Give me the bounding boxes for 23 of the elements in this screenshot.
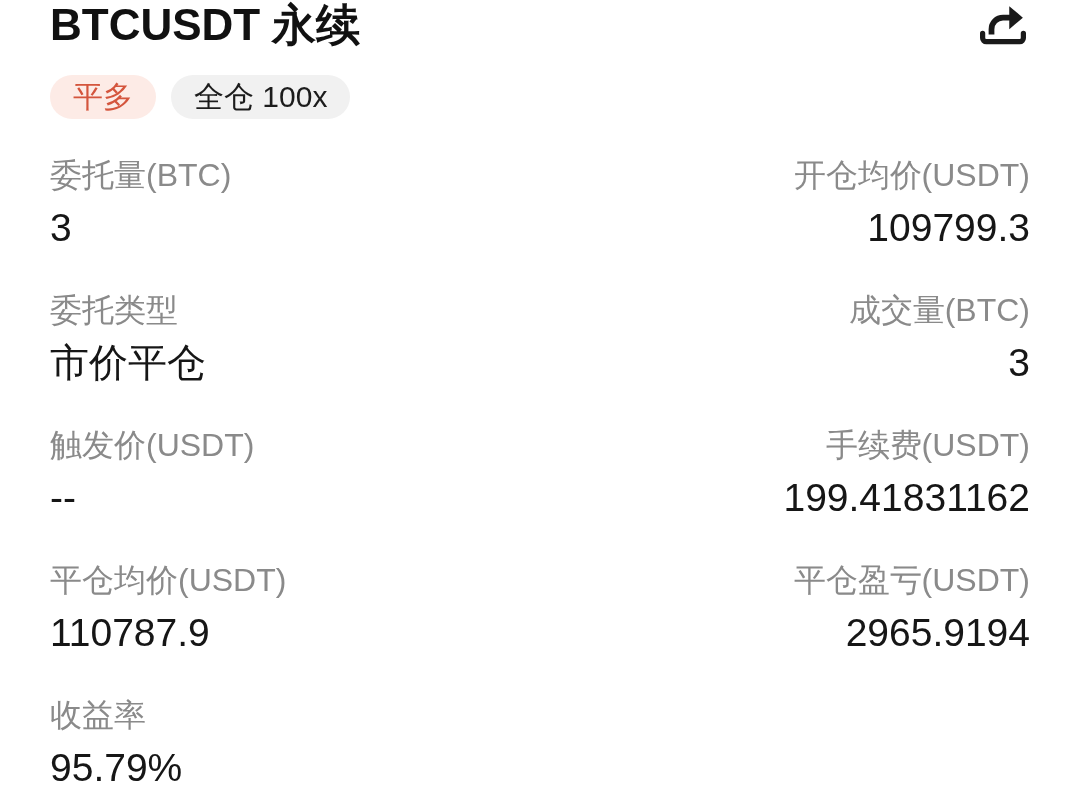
field-value: 市价平仓 (50, 340, 206, 386)
field-value: 3 (50, 205, 72, 251)
field-value: 95.79% (50, 745, 183, 791)
field-value: 199.41831162 (783, 475, 1030, 521)
share-icon (980, 4, 1026, 46)
field-value: -- (50, 475, 76, 521)
field-label: 平仓均价(USDT) (50, 561, 287, 600)
margin-mode-tag: 全仓 100x (171, 75, 351, 119)
field-label: 手续费(USDT) (825, 426, 1030, 465)
page-title: BTCUSDT 永续 (50, 0, 361, 50)
field-label: 开仓均价(USDT) (793, 156, 1030, 195)
field-label: 平仓盈亏(USDT) (793, 561, 1030, 600)
field-value: 3 (1008, 340, 1030, 386)
field-label: 成交量(BTC) (848, 291, 1030, 330)
field-value: 109799.3 (867, 205, 1030, 251)
field-label: 触发价(USDT) (50, 426, 255, 465)
field-value: 2965.9194 (845, 610, 1030, 656)
field-value: 110787.9 (50, 610, 210, 656)
field-label: 收益率 (50, 696, 146, 735)
share-button[interactable] (980, 4, 1026, 46)
field-label: 委托类型 (50, 291, 178, 330)
position-side-tag: 平多 (50, 75, 156, 119)
field-label: 委托量(BTC) (50, 156, 232, 195)
